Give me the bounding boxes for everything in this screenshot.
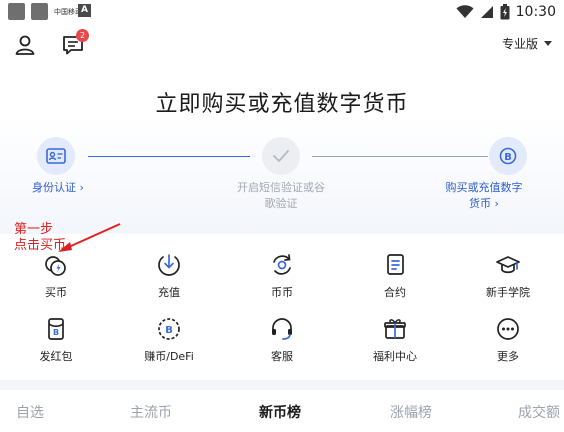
grid-label: 客服 [271, 350, 293, 363]
annotation-line: 第一步 [14, 222, 54, 237]
grid-label: 更多 [497, 350, 519, 363]
grid-item-academy[interactable]: 新手学院 [458, 252, 558, 312]
mode-label: 专业版 [501, 37, 538, 51]
grid-item-service[interactable]: 客服 [232, 316, 332, 376]
notification-icon [8, 3, 25, 20]
id-card-icon [46, 148, 66, 164]
step-buy-circle[interactable]: B [489, 137, 527, 175]
tab-new-coins[interactable]: 新币榜 [259, 402, 301, 422]
exchange-icon [273, 254, 291, 275]
earn-icon: B [158, 318, 180, 340]
step-verify-label[interactable]: 开启短信验证或谷 歌验证 [226, 180, 336, 212]
clock: 10:30 [515, 4, 556, 20]
step-connector [312, 156, 488, 157]
grid-item-deposit[interactable]: 充值 [119, 252, 219, 312]
step-verify-circle[interactable] [262, 137, 300, 175]
grid-label: 充值 [158, 286, 180, 299]
step-label-line: 货币 › [469, 197, 499, 210]
grid-item-contract[interactable]: 合约 [345, 252, 445, 312]
svg-text:B: B [53, 328, 59, 337]
grid-item-buy[interactable]: 买币 [6, 252, 106, 312]
step-buy-label[interactable]: 购买或充值数字 货币 › [436, 180, 532, 212]
annotation-line: 点击买币 [14, 238, 67, 253]
contract-icon [387, 254, 404, 275]
red-packet-icon: B [48, 318, 64, 340]
a-status-icon: A [78, 4, 91, 17]
status-bar: 中国移动 A 10:30 [0, 0, 564, 26]
grid-label: 福利中心 [373, 350, 417, 363]
grid-label: 币币 [271, 286, 293, 299]
grid-label: 合约 [384, 286, 406, 299]
mode-select[interactable]: 专业版 [502, 35, 552, 52]
grid-label: 赚币/DeFi [144, 350, 194, 363]
grid-item-more[interactable]: 更多 [458, 316, 558, 376]
caret-down-icon [544, 41, 552, 46]
tab-watchlist[interactable]: 自选 [16, 402, 44, 422]
battery-icon [500, 4, 510, 20]
tab-volume[interactable]: 成交额 [518, 402, 560, 422]
svg-text:B: B [165, 325, 173, 336]
annotation-text: 第一步 点击买币 [14, 222, 66, 254]
market-tabs: 自选 主流币 新币榜 涨幅榜 成交额 [0, 390, 564, 432]
gift-icon [384, 319, 406, 339]
check-icon [273, 150, 289, 162]
top-bar: 2 专业版 [0, 26, 564, 62]
signal-icon [480, 6, 493, 18]
status-right: 10:30 [456, 2, 556, 22]
hero-title: 立即购买或充值数字货币 [155, 92, 409, 117]
message-badge: 2 [76, 29, 89, 42]
grid-label: 发红包 [39, 350, 73, 363]
notification-icon [31, 3, 48, 20]
step-id-circle[interactable] [37, 137, 75, 175]
buy-coin-icon [45, 256, 66, 276]
svg-text:B: B [504, 152, 512, 163]
grid-item-benefits[interactable]: 福利中心 [345, 316, 445, 376]
grid-item-earn[interactable]: B 赚币/DeFi [119, 316, 219, 376]
grid-item-red-packet[interactable]: B 发红包 [6, 316, 106, 376]
step-label-line: 开启短信验证或谷 [237, 181, 325, 194]
bitcoin-icon: B [499, 147, 517, 165]
step-connector [88, 156, 250, 157]
grid-label: 买币 [45, 286, 67, 299]
step-id-label[interactable]: 身份认证 › [16, 180, 100, 196]
tab-gainers[interactable]: 涨幅榜 [390, 402, 432, 422]
feature-grid: 买币 充值 币币 合约 新手学院 B 发红包 B 赚币/DeFi 客服 福利中心… [0, 234, 564, 380]
tab-mainstream[interactable]: 主流币 [130, 402, 172, 422]
section-divider [0, 380, 564, 390]
grid-label: 新手学院 [486, 286, 530, 299]
academy-icon [496, 256, 520, 274]
step-label-line: 身份认证 › [32, 181, 84, 194]
user-icon[interactable] [14, 34, 36, 56]
wifi-icon [456, 5, 474, 18]
headset-icon [272, 318, 292, 340]
grid-item-exchange[interactable]: 币币 [232, 252, 332, 312]
step-label-line: 购买或充值数字 [445, 181, 523, 194]
step-label-line: 歌验证 [264, 197, 298, 210]
deposit-icon [158, 254, 180, 276]
hero-section: 立即购买或充值数字货币 B 身份认证 › 开启短信验证或谷 歌验证 购买或充值数… [0, 62, 564, 234]
more-icon [497, 318, 519, 340]
